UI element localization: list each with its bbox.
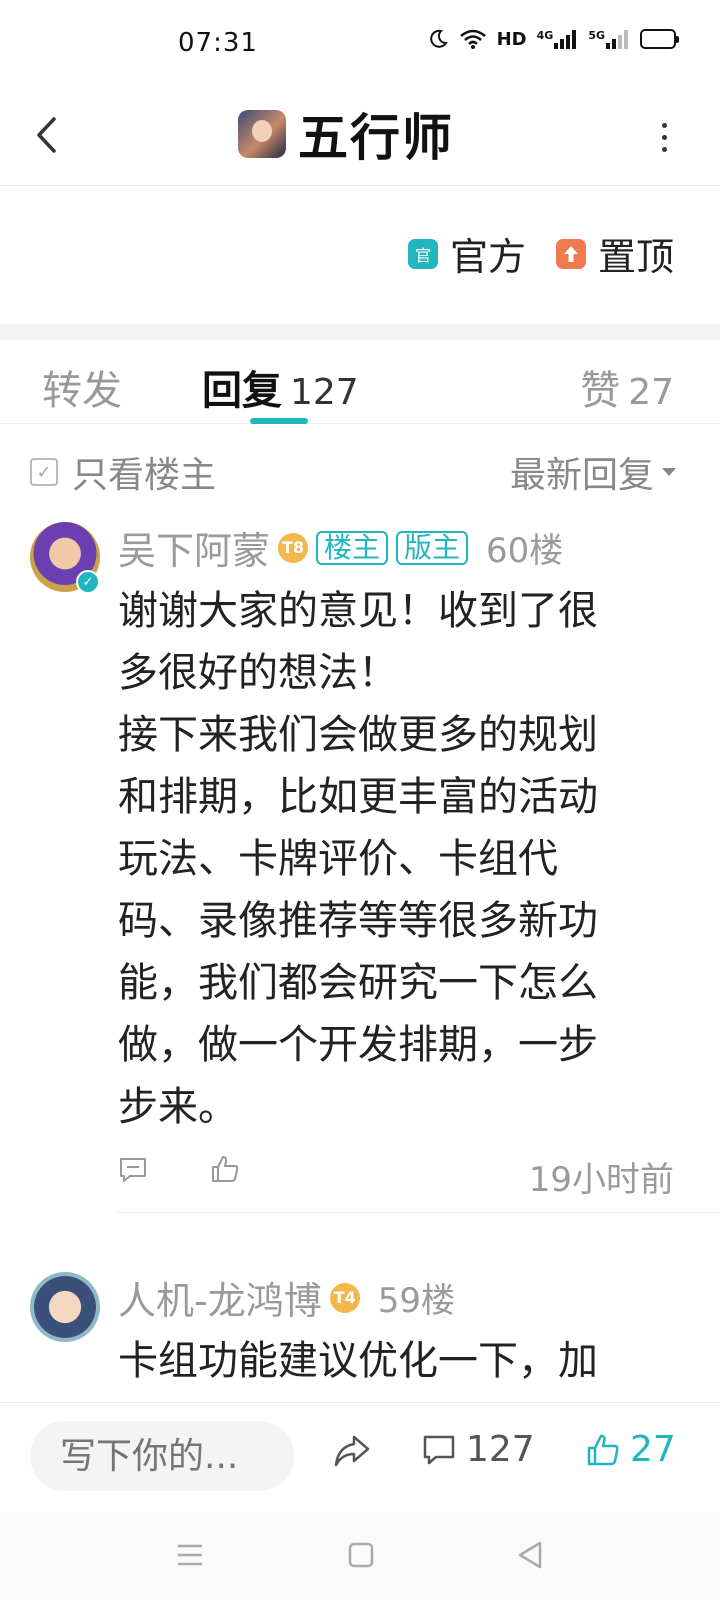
floor-number: 60楼 <box>486 531 564 571</box>
chevron-left-icon <box>37 117 56 153</box>
post-tags: 官 官方 置顶 <box>0 186 720 324</box>
sort-dropdown[interactable]: 最新回复 <box>510 446 676 498</box>
only-op-label: 只看楼主 <box>72 455 217 496</box>
caret-down-icon <box>662 468 676 476</box>
level-badge: T8 <box>278 532 309 563</box>
tab-reply[interactable]: 回复 127 <box>202 358 359 416</box>
moderator-badge: 版主 <box>396 530 469 565</box>
checkbox-icon[interactable]: ✓ <box>30 458 58 486</box>
reply-meta: 吴下阿蒙 T8 楼主 版主 60楼 <box>118 520 563 575</box>
reply-content: 谢谢大家的意见！收到了很 多很好的想法！ 接下来我们会做更多的规划 和排期，比如… <box>118 588 598 1130</box>
filter-row: ✓ 只看楼主 最新回复 <box>0 424 720 512</box>
net-5g-label: 5G <box>588 29 605 42</box>
thumbs-up-icon <box>587 1434 619 1465</box>
home-icon[interactable] <box>348 1542 374 1572</box>
wifi-icon <box>459 28 487 50</box>
reply-actions: 19小时前 <box>118 1144 678 1200</box>
tag-group: 官 官方 置顶 <box>407 226 674 281</box>
forum-title: 五行师 <box>298 109 454 167</box>
like-button[interactable]: 27 <box>586 1429 676 1470</box>
bottom-action-bar: 127 27 <box>0 1402 720 1512</box>
reply-input[interactable] <box>30 1421 294 1491</box>
official-label: 官方 <box>449 235 526 279</box>
level-badge: T4 <box>329 1282 360 1313</box>
section-divider <box>0 324 720 340</box>
floor-number: 59楼 <box>377 1281 455 1321</box>
tab-reply-label: 回复 <box>202 368 282 414</box>
sort-label: 最新回复 <box>509 455 654 496</box>
battery-icon <box>640 29 679 49</box>
official-tag: 官 官方 <box>407 226 526 281</box>
thumbs-up-icon[interactable] <box>210 1154 240 1188</box>
tab-like[interactable]: 赞 27 <box>580 358 674 416</box>
official-icon: 官 <box>407 238 438 269</box>
pinned-tag: 置顶 <box>555 226 674 281</box>
comment-button[interactable]: 127 <box>422 1429 535 1470</box>
only-op-toggle[interactable]: ✓ 只看楼主 <box>30 446 216 498</box>
tab-reply-count: 127 <box>290 372 359 413</box>
pinned-label: 置顶 <box>597 235 674 279</box>
back-icon[interactable] <box>516 1540 544 1574</box>
5g-signal-icon: 5G <box>588 29 630 49</box>
status-time: 07:31 <box>178 28 258 58</box>
username[interactable]: 人机-龙鸿博 <box>118 1270 322 1325</box>
reply-item: 人机-龙鸿博 T4 59楼 卡组功能建议优化一下，加 <box>0 1262 720 1402</box>
reply-content: 卡组功能建议优化一下，加 <box>118 1338 598 1384</box>
reply-time: 19小时前 <box>528 1160 674 1200</box>
moon-icon <box>427 28 449 50</box>
reply-meta: 人机-龙鸿博 T4 59楼 <box>118 1270 455 1325</box>
avatar[interactable] <box>30 1272 100 1342</box>
system-navigation-bar <box>0 1512 720 1600</box>
net-4g-label: 4G <box>536 29 554 42</box>
comment-icon[interactable] <box>118 1156 148 1188</box>
4g-signal-icon: 4G <box>537 29 579 49</box>
forum-title-group[interactable]: 五行师 <box>238 98 454 170</box>
back-button[interactable] <box>26 110 66 160</box>
tab-forward-label: 转发 <box>42 368 122 414</box>
comment-count: 127 <box>466 1429 535 1470</box>
username[interactable]: 吴下阿蒙 <box>118 520 270 575</box>
hd-icon: HD <box>496 28 527 50</box>
verified-icon: ✓ <box>76 570 100 594</box>
more-vertical-icon[interactable] <box>654 112 674 162</box>
op-badge: 楼主 <box>316 530 389 565</box>
detail-tabs: 转发 回复 127 赞 27 <box>0 340 720 424</box>
reply-item: ✓ 吴下阿蒙 T8 楼主 版主 60楼 谢谢大家的意见！收到了很 多很好的想法！… <box>0 512 720 1238</box>
status-icons: HD 4G 5G <box>427 28 679 50</box>
forum-header: 五行师 <box>0 88 720 186</box>
forum-logo <box>238 110 286 158</box>
reply-divider <box>118 1212 720 1213</box>
status-bar: 07:31 HD 4G 5G <box>0 0 720 88</box>
tab-forward[interactable]: 转发 <box>42 358 122 416</box>
comment-icon <box>423 1435 455 1464</box>
tab-like-count: 27 <box>628 372 674 413</box>
like-count: 27 <box>630 1429 676 1470</box>
share-icon[interactable] <box>332 1433 372 1473</box>
menu-icon[interactable] <box>176 1542 204 1572</box>
tab-like-label: 赞 <box>580 368 621 414</box>
pinned-icon <box>555 238 586 269</box>
